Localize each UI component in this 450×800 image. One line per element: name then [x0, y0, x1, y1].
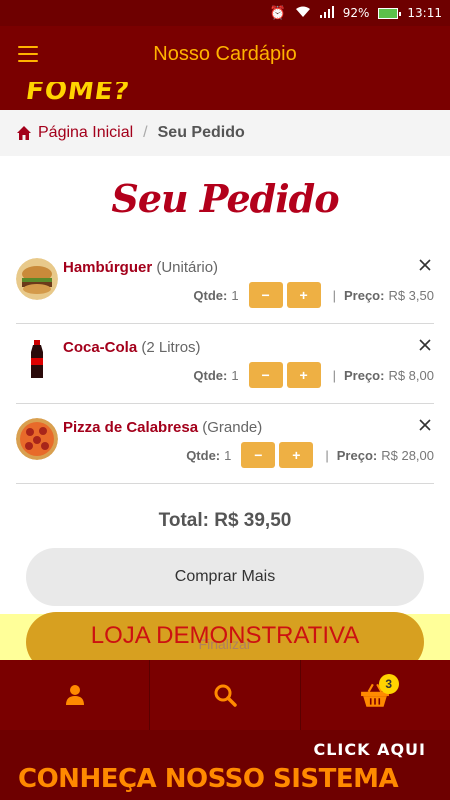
divider: |	[332, 287, 336, 303]
item-controls: Qtde: 1 − + | Preço: R$ 28,00	[186, 442, 434, 468]
item-name-line: Hambúrguer (Unitário)	[63, 259, 218, 276]
item-price: R$ 28,00	[381, 447, 434, 463]
promo-main-label: CONHEÇA NOSSO SISTEMA	[18, 764, 399, 794]
clock: 13:11	[407, 6, 442, 20]
page-title: Seu Pedido	[111, 176, 339, 221]
order-list: Hambúrguer (Unitário) Qtde: 1 − + | Preç…	[16, 244, 434, 484]
alarm-icon: ⏰	[269, 5, 286, 21]
item-price: R$ 8,00	[388, 367, 434, 383]
wifi-icon	[295, 6, 311, 21]
increase-qty-button[interactable]: +	[279, 442, 314, 468]
battery-icon	[378, 7, 402, 19]
qty-value: 1	[224, 447, 232, 463]
divider: |	[332, 367, 336, 383]
promo-banner[interactable]: CLICK AQUI CONHEÇA NOSSO SISTEMA	[0, 730, 450, 800]
breadcrumb: Página Inicial / Seu Pedido	[0, 110, 450, 156]
app-title: Nosso Cardápio	[153, 42, 297, 65]
qty-label: Qtde:	[186, 447, 221, 463]
close-icon[interactable]	[418, 418, 432, 432]
breadcrumb-home-link[interactable]: Página Inicial	[38, 124, 133, 142]
price-label: Preço:	[343, 367, 385, 383]
item-size: (Unitário)	[156, 259, 219, 276]
user-icon	[65, 685, 84, 705]
close-icon[interactable]	[418, 258, 432, 272]
coca-cola-bottle-image	[16, 338, 58, 380]
promo-click-label: CLICK AQUI	[313, 740, 426, 759]
order-item: Hambúrguer (Unitário) Qtde: 1 − + | Preç…	[16, 244, 434, 324]
item-name: Coca-Cola	[63, 339, 138, 356]
breadcrumb-separator: /	[143, 124, 148, 141]
item-name: Hambúrguer	[63, 259, 153, 276]
nav-account[interactable]	[0, 660, 151, 730]
demo-store-label: LOJA DEMONSTRATIVA	[90, 622, 360, 649]
item-controls: Qtde: 1 − + | Preço: R$ 8,00	[193, 362, 434, 388]
cart-count-badge: 3	[378, 674, 399, 694]
order-item: Coca-Cola (2 Litros) Qtde: 1 − + | Preço…	[16, 324, 434, 404]
burger-image	[16, 258, 58, 300]
buy-more-button[interactable]: Comprar Mais	[26, 548, 424, 606]
nav-search[interactable]	[150, 660, 301, 730]
item-name: Pizza de Calabresa	[63, 419, 199, 436]
decrease-qty-button[interactable]: −	[241, 442, 276, 468]
decrease-qty-button[interactable]: −	[248, 362, 283, 388]
qty-label: Qtde:	[193, 367, 228, 383]
order-total: Total: R$ 39,50	[158, 510, 292, 531]
hamburger-menu-icon[interactable]	[18, 46, 38, 62]
app-bar: Nosso Cardápio	[0, 26, 450, 82]
price-label: Preço:	[336, 447, 378, 463]
increase-qty-button[interactable]: +	[286, 282, 321, 308]
close-icon[interactable]	[418, 338, 432, 352]
home-icon[interactable]	[16, 125, 32, 141]
price-label: Preço:	[343, 287, 385, 303]
battery-percent: 92%	[342, 6, 370, 20]
banner-text: FOME?	[23, 82, 132, 106]
item-size: (Grande)	[202, 419, 263, 436]
signal-icon	[319, 5, 334, 21]
nav-cart[interactable]: 3	[301, 660, 450, 730]
item-name-line: Pizza de Calabresa (Grande)	[63, 419, 262, 436]
item-name-line: Coca-Cola (2 Litros)	[63, 339, 201, 356]
qty-value: 1	[231, 287, 239, 303]
item-size: (2 Litros)	[141, 339, 201, 356]
bottom-navigation: 3	[0, 660, 450, 730]
status-bar: ⏰ 92% 13:11	[0, 0, 450, 26]
divider: |	[325, 447, 329, 463]
banner-strip: FOME?	[0, 82, 450, 110]
breadcrumb-current: Seu Pedido	[157, 124, 245, 141]
pizza-image	[16, 418, 58, 460]
search-icon	[214, 684, 237, 707]
increase-qty-button[interactable]: +	[286, 362, 321, 388]
qty-label: Qtde:	[193, 287, 228, 303]
item-price: R$ 3,50	[388, 287, 434, 303]
item-controls: Qtde: 1 − + | Preço: R$ 3,50	[193, 282, 434, 308]
qty-value: 1	[231, 367, 239, 383]
decrease-qty-button[interactable]: −	[248, 282, 283, 308]
order-item: Pizza de Calabresa (Grande) Qtde: 1 − + …	[16, 404, 434, 484]
